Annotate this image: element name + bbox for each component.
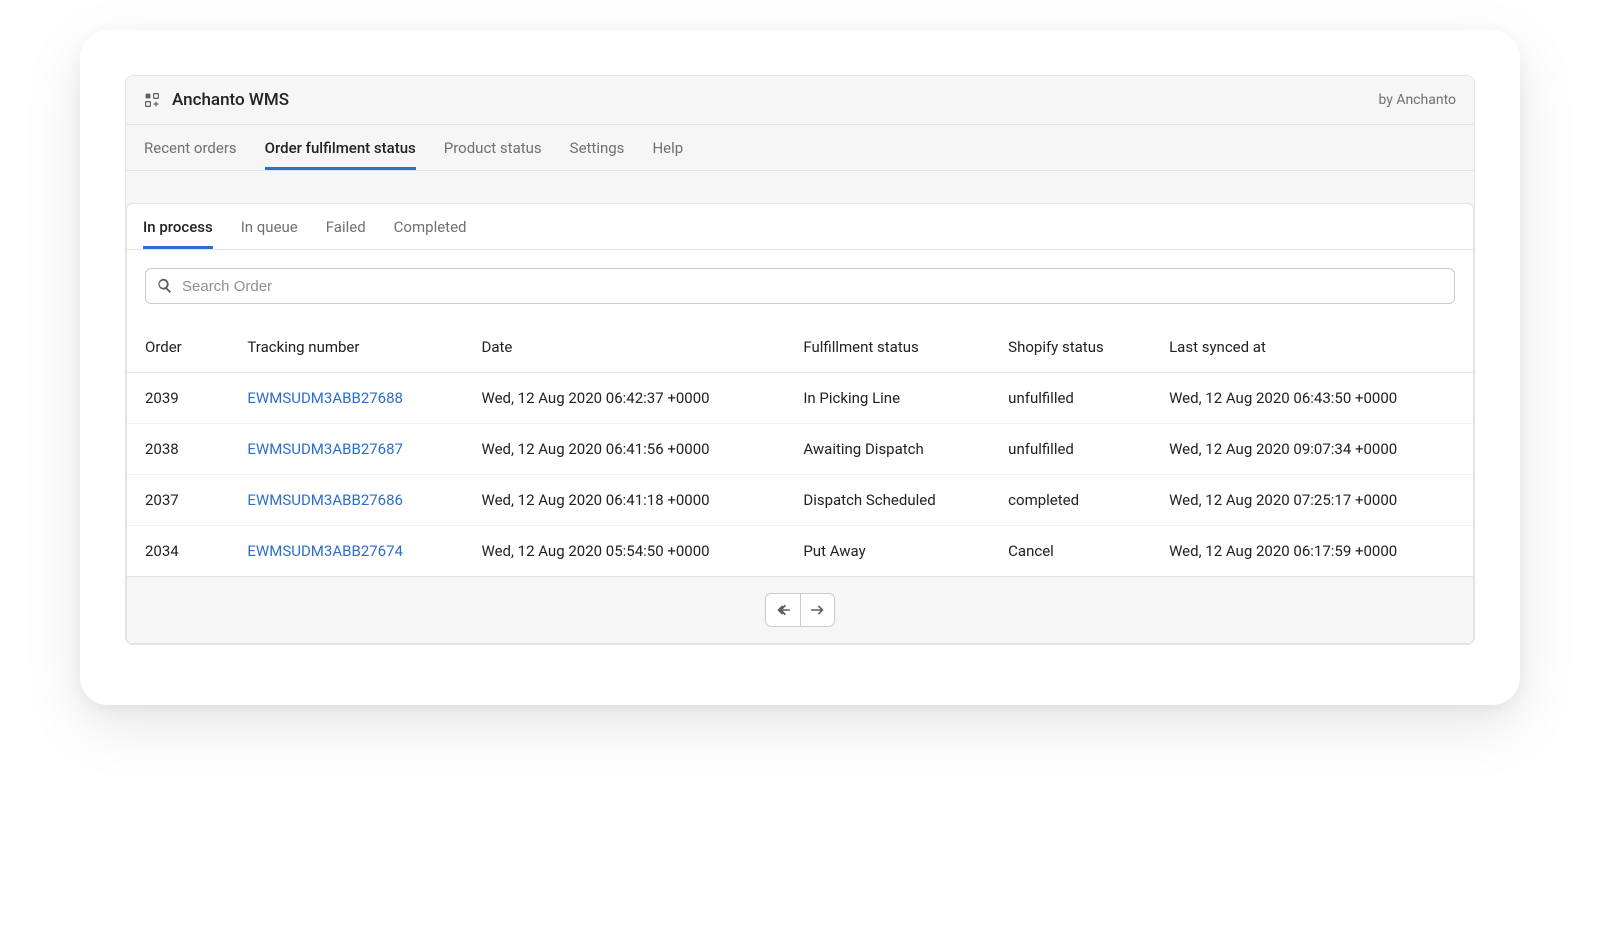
app-panel: Anchanto WMS by Anchanto Recent orders O… [125, 75, 1475, 645]
tab-recent-orders[interactable]: Recent orders [144, 125, 237, 170]
orders-table: Order Tracking number Date Fulfillment s… [127, 322, 1473, 576]
app-icon [144, 92, 160, 108]
subtab-failed[interactable]: Failed [326, 204, 366, 249]
cell-order: 2034 [127, 526, 229, 577]
table-row: 2034 EWMSUDM3ABB27674 Wed, 12 Aug 2020 0… [127, 526, 1473, 577]
tab-product-status[interactable]: Product status [444, 125, 542, 170]
cell-synced: Wed, 12 Aug 2020 09:07:34 +0000 [1151, 424, 1473, 475]
search-box[interactable] [145, 268, 1455, 304]
cell-shopify: unfulfilled [990, 373, 1151, 424]
cell-date: Wed, 12 Aug 2020 05:54:50 +0000 [463, 526, 785, 577]
cell-synced: Wed, 12 Aug 2020 07:25:17 +0000 [1151, 475, 1473, 526]
cell-fulfillment: Put Away [785, 526, 990, 577]
pager [765, 593, 835, 627]
col-fulfillment-status: Fulfillment status [785, 322, 990, 373]
subtab-completed[interactable]: Completed [394, 204, 467, 249]
content-card: In process In queue Failed Completed Ord… [126, 203, 1474, 644]
arrow-left-icon [774, 601, 792, 619]
table-row: 2038 EWMSUDM3ABB27687 Wed, 12 Aug 2020 0… [127, 424, 1473, 475]
next-page-button[interactable] [800, 594, 834, 626]
cell-shopify: unfulfilled [990, 424, 1151, 475]
cell-fulfillment: Awaiting Dispatch [785, 424, 990, 475]
col-order: Order [127, 322, 229, 373]
main-tabs: Recent orders Order fulfilment status Pr… [126, 125, 1474, 171]
cell-fulfillment: Dispatch Scheduled [785, 475, 990, 526]
prev-page-button[interactable] [766, 594, 800, 626]
col-last-synced: Last synced at [1151, 322, 1473, 373]
tracking-link[interactable]: EWMSUDM3ABB27674 [247, 542, 403, 560]
col-shopify-status: Shopify status [990, 322, 1151, 373]
app-header: Anchanto WMS by Anchanto [126, 76, 1474, 125]
subtab-in-process[interactable]: In process [143, 204, 213, 249]
cell-fulfillment: In Picking Line [785, 373, 990, 424]
app-window: Anchanto WMS by Anchanto Recent orders O… [80, 30, 1520, 705]
col-tracking: Tracking number [229, 322, 463, 373]
cell-order: 2038 [127, 424, 229, 475]
tab-order-fulfilment-status[interactable]: Order fulfilment status [265, 125, 416, 170]
search-wrap [127, 250, 1473, 308]
cell-date: Wed, 12 Aug 2020 06:42:37 +0000 [463, 373, 785, 424]
cell-date: Wed, 12 Aug 2020 06:41:56 +0000 [463, 424, 785, 475]
cell-date: Wed, 12 Aug 2020 06:41:18 +0000 [463, 475, 785, 526]
tracking-link[interactable]: EWMSUDM3ABB27686 [247, 491, 403, 509]
search-icon [156, 277, 174, 295]
table-row: 2039 EWMSUDM3ABB27688 Wed, 12 Aug 2020 0… [127, 373, 1473, 424]
cell-synced: Wed, 12 Aug 2020 06:43:50 +0000 [1151, 373, 1473, 424]
app-byline: by Anchanto [1378, 92, 1456, 108]
app-title: Anchanto WMS [172, 90, 289, 110]
cell-order: 2037 [127, 475, 229, 526]
cell-shopify: Cancel [990, 526, 1151, 577]
cell-order: 2039 [127, 373, 229, 424]
tab-settings[interactable]: Settings [570, 125, 625, 170]
subtab-in-queue[interactable]: In queue [241, 204, 298, 249]
table-header-row: Order Tracking number Date Fulfillment s… [127, 322, 1473, 373]
table-row: 2037 EWMSUDM3ABB27686 Wed, 12 Aug 2020 0… [127, 475, 1473, 526]
tracking-link[interactable]: EWMSUDM3ABB27687 [247, 440, 403, 458]
cell-synced: Wed, 12 Aug 2020 06:17:59 +0000 [1151, 526, 1473, 577]
search-input[interactable] [182, 278, 1444, 295]
tracking-link[interactable]: EWMSUDM3ABB27688 [247, 389, 403, 407]
sub-tabs: In process In queue Failed Completed [127, 204, 1473, 250]
col-date: Date [463, 322, 785, 373]
pagination [127, 576, 1473, 643]
cell-shopify: completed [990, 475, 1151, 526]
arrow-right-icon [809, 601, 827, 619]
tab-help[interactable]: Help [652, 125, 683, 170]
